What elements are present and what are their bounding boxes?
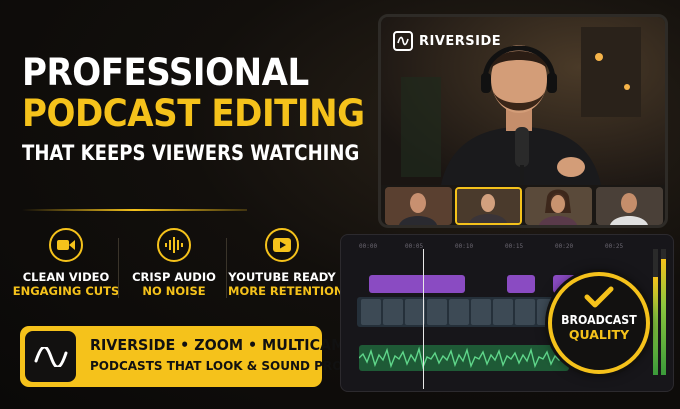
feature-youtube-ready: YOUTUBE READY MORE RETENTION bbox=[228, 228, 344, 298]
headline-line-3: THAT KEEPS VIEWERS WATCHING bbox=[22, 141, 360, 165]
feature-subtitle: MORE RETENTION bbox=[228, 284, 344, 298]
overlay-clip[interactable] bbox=[507, 275, 535, 293]
video-frame bbox=[361, 299, 381, 325]
banner-platforms: RIVERSIDE • ZOOM • MULTICAM bbox=[90, 336, 346, 354]
banner-tagline: PODCASTS THAT LOOK & SOUND PRO bbox=[90, 359, 343, 373]
audio-waveform bbox=[359, 346, 569, 370]
feature-title: CLEAN VIDEO bbox=[22, 270, 110, 284]
audio-level-meter-left bbox=[653, 249, 658, 375]
recording-tablet: RIVERSIDE bbox=[378, 14, 668, 228]
ruler-tick: 00:00 bbox=[359, 243, 378, 250]
guest-thumbnail-3[interactable] bbox=[596, 187, 663, 225]
feature-list: CLEAN VIDEO ENGAGING CUTS CRISP AUDIO NO… bbox=[12, 228, 344, 308]
badge-line-1: BROADCAST bbox=[561, 312, 637, 327]
headline: PROFESSIONAL PODCAST EDITING THAT KEEPS … bbox=[22, 52, 372, 166]
overlay-clip[interactable] bbox=[369, 275, 465, 293]
feature-crisp-audio: CRISP AUDIO NO NOISE bbox=[120, 228, 228, 298]
feature-title: YOUTUBE READY bbox=[228, 270, 336, 284]
headline-divider bbox=[22, 209, 247, 211]
badge-line-2: QUALITY bbox=[568, 327, 630, 342]
headline-line-1: PROFESSIONAL bbox=[22, 51, 309, 94]
feature-title: CRISP AUDIO bbox=[132, 270, 216, 284]
video-frame bbox=[405, 299, 425, 325]
checkmark-icon bbox=[584, 286, 614, 308]
ruler-tick: 00:20 bbox=[555, 243, 574, 250]
audio-level-meter-right bbox=[661, 249, 666, 375]
feature-clean-video: CLEAN VIDEO ENGAGING CUTS bbox=[12, 228, 120, 298]
riverside-brand: RIVERSIDE bbox=[419, 33, 502, 49]
video-frame bbox=[493, 299, 513, 325]
play-button-icon bbox=[265, 228, 299, 262]
broadcast-quality-badge: BROADCAST QUALITY bbox=[548, 272, 650, 374]
feature-divider bbox=[226, 238, 227, 298]
ruler-tick: 00:05 bbox=[405, 243, 424, 250]
video-frame bbox=[449, 299, 469, 325]
ruler-tick: 00:15 bbox=[505, 243, 524, 250]
ruler-tick: 00:10 bbox=[455, 243, 474, 250]
video-frame bbox=[383, 299, 403, 325]
riverside-logo: RIVERSIDE bbox=[393, 31, 501, 51]
guest-thumbnail-1[interactable] bbox=[455, 187, 522, 225]
video-frame bbox=[471, 299, 491, 325]
timeline-ruler: 00:00 00:05 00:10 00:15 00:20 00:25 bbox=[359, 243, 649, 253]
headline-line-2: PODCAST EDITING bbox=[22, 92, 365, 135]
host-thumbnail[interactable] bbox=[385, 187, 452, 225]
platform-banner: RIVERSIDE • ZOOM • MULTICAM PODCASTS THA… bbox=[20, 326, 345, 387]
sine-wave-icon bbox=[25, 331, 76, 382]
feature-subtitle: NO NOISE bbox=[142, 284, 206, 298]
feature-subtitle: ENGAGING CUTS bbox=[12, 284, 120, 298]
ruler-tick: 00:25 bbox=[605, 243, 624, 250]
audio-waveform-icon bbox=[157, 228, 191, 262]
video-frame bbox=[427, 299, 447, 325]
audio-track[interactable] bbox=[359, 345, 569, 371]
playhead[interactable] bbox=[423, 249, 424, 389]
video-frame bbox=[515, 299, 535, 325]
video-camera-icon bbox=[49, 228, 83, 262]
participant-thumbnails bbox=[385, 187, 663, 225]
riverside-wave-icon bbox=[393, 31, 413, 51]
feature-divider bbox=[118, 238, 119, 298]
guest-thumbnail-2[interactable] bbox=[525, 187, 592, 225]
